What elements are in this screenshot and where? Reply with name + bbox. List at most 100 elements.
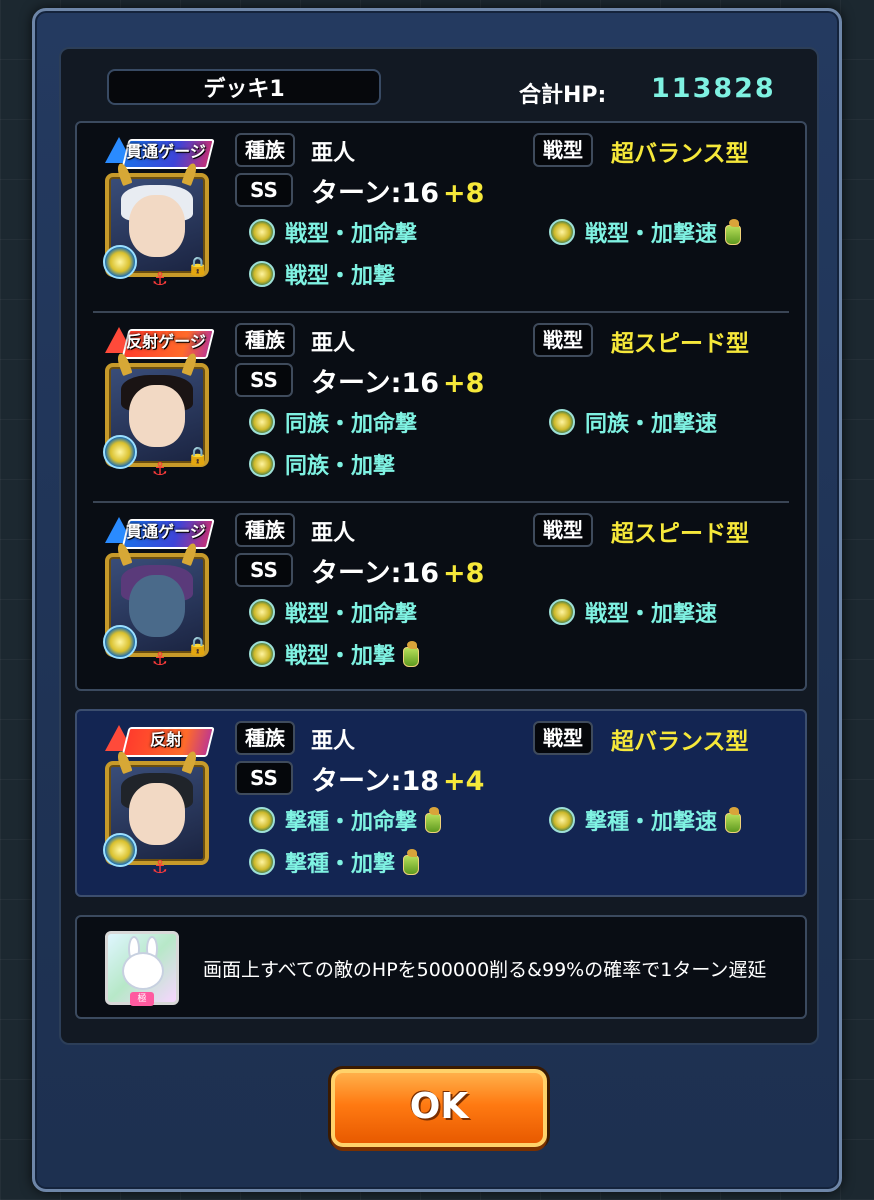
potion-icon <box>725 807 742 833</box>
gauge-label: 貫通ゲージ <box>126 522 206 541</box>
monster-slot-1[interactable]: 貫通ゲージ 🔒 ⚓ 種族 亜人 戦型 超バランス型 SS ターン:16 +8 戦型… <box>77 123 805 313</box>
ss-turn-value: ターン:16 <box>311 558 440 589</box>
monster-portrait[interactable]: 🔒 ⚓ <box>103 351 209 479</box>
ability-label: 戦型・加撃速 <box>585 222 718 247</box>
total-hp-label: 合計HP: <box>519 83 607 108</box>
ability-slot-2: 戦型・加撃速 <box>549 217 742 247</box>
portrait-face <box>129 385 185 447</box>
type-tag: 戦型 <box>533 513 593 547</box>
race-value: 亜人 <box>311 521 356 546</box>
ability-slot-2: 撃種・加撃速 <box>549 805 742 835</box>
ability-slot-2: 戦型・加撃速 <box>549 597 717 627</box>
ability-orb-icon <box>249 807 275 833</box>
ability-slot-1: 戦型・加命撃 <box>249 597 417 627</box>
ability-label: 撃種・加命撃 <box>285 810 418 835</box>
monster-portrait[interactable]: 🔒 ⚓ <box>103 541 209 669</box>
type-value: 超スピード型 <box>611 331 749 357</box>
ss-tag: SS <box>235 173 293 207</box>
potion-icon <box>403 849 420 875</box>
ss-turn-bonus: +8 <box>443 368 485 399</box>
type-tag: 戦型 <box>533 133 593 167</box>
ability-slot-1: 戦型・加命撃 <box>249 217 417 247</box>
anchor-icon: ⚓ <box>151 459 169 480</box>
total-hp-value: 113828 <box>651 73 776 104</box>
rarity-badge: 極 <box>130 992 154 1006</box>
ss-turn-value: ターン:16 <box>311 178 440 209</box>
ability-orb-icon <box>549 219 575 245</box>
monster-slot-3[interactable]: 貫通ゲージ 🔒 ⚓ 種族 亜人 戦型 超スピード型 SS ターン:16 +8 戦型… <box>77 503 805 693</box>
lock-icon: 🔒 <box>186 446 209 467</box>
ability-orb-icon <box>249 849 275 875</box>
luck-orb-icon <box>103 245 137 279</box>
ss-turn-value: ターン:18 <box>311 766 440 797</box>
ability-orb-icon <box>549 807 575 833</box>
anchor-icon: ⚓ <box>151 857 169 878</box>
anchor-icon: ⚓ <box>151 649 169 670</box>
ability-label: 撃種・加撃 <box>285 852 396 877</box>
potion-icon <box>403 641 420 667</box>
lock-icon: 🔒 <box>186 636 209 657</box>
monster-slot-2[interactable]: 反射ゲージ 🔒 ⚓ 種族 亜人 戦型 超スピード型 SS ターン:16 +8 同族… <box>77 313 805 503</box>
monster-group: 貫通ゲージ 🔒 ⚓ 種族 亜人 戦型 超バランス型 SS ターン:16 +8 戦型… <box>75 121 807 691</box>
ss-turn: ターン:16 +8 <box>311 551 484 590</box>
gauge-label: 貫通ゲージ <box>126 142 206 161</box>
race-value: 亜人 <box>311 331 356 356</box>
ability-slot-3: 同族・加撃 <box>249 449 395 479</box>
luck-orb-icon <box>103 435 137 469</box>
lock-icon: 🔒 <box>186 256 209 277</box>
potion-icon <box>725 219 742 245</box>
ability-orb-icon <box>249 451 275 477</box>
gauge-label: 反射ゲージ <box>126 332 206 351</box>
ss-tag: SS <box>235 363 293 397</box>
type-tag: 戦型 <box>533 323 593 357</box>
monster-portrait[interactable]: 🔒 ⚓ <box>103 161 209 289</box>
anchor-icon: ⚓ <box>151 269 169 290</box>
ability-label: 撃種・加撃速 <box>585 810 718 835</box>
portrait-face <box>129 575 185 637</box>
ability-orb-icon <box>249 409 275 435</box>
ss-turn: ターン:18 +4 <box>311 759 484 798</box>
ability-orb-icon <box>249 261 275 287</box>
ability-label: 同族・加命撃 <box>285 412 418 437</box>
ability-label: 同族・加撃 <box>285 454 396 479</box>
luck-orb-icon <box>103 833 137 867</box>
race-tag: 種族 <box>235 133 295 167</box>
gauge-label: 反射 <box>149 730 182 749</box>
ok-button[interactable]: OK <box>331 1069 547 1147</box>
ability-slot-2: 同族・加撃速 <box>549 407 717 437</box>
item-icon[interactable]: 極 <box>105 931 179 1006</box>
ability-slot-1: 同族・加命撃 <box>249 407 417 437</box>
portrait-face <box>129 195 185 257</box>
ability-orb-icon <box>249 641 275 667</box>
race-value: 亜人 <box>311 141 356 166</box>
ss-tag: SS <box>235 553 293 587</box>
ability-label: 戦型・加撃速 <box>585 602 718 627</box>
ability-label: 同族・加撃速 <box>585 412 718 437</box>
type-value: 超スピード型 <box>611 521 749 547</box>
ability-label: 戦型・加命撃 <box>285 222 418 247</box>
portrait-face <box>129 783 185 845</box>
ability-slot-3: 撃種・加撃 <box>249 847 420 877</box>
ability-orb-icon <box>249 599 275 625</box>
item-panel: 極 画面上すべての敵のHPを500000削る&99%の確率で1ターン遅延 <box>75 915 807 1019</box>
race-tag: 種族 <box>235 323 295 357</box>
potion-icon <box>425 807 442 833</box>
ability-label: 戦型・加撃 <box>285 264 396 289</box>
monster-portrait[interactable]: ⚓ <box>103 749 209 877</box>
ability-orb-icon <box>549 409 575 435</box>
ss-turn: ターン:16 +8 <box>311 171 484 210</box>
bunny-icon <box>124 954 162 988</box>
type-value: 超バランス型 <box>611 729 749 755</box>
item-description: 画面上すべての敵のHPを500000削る&99%の確率で1ターン遅延 <box>203 959 767 981</box>
race-tag: 種族 <box>235 513 295 547</box>
ability-slot-3: 戦型・加撃 <box>249 639 420 669</box>
deck-panel: デッキ1 合計HP: 113828 貫通ゲージ 🔒 ⚓ 種族 亜人 戦型 超バラ… <box>59 47 819 1045</box>
ability-label: 戦型・加撃 <box>285 644 396 669</box>
ability-slot-1: 撃種・加命撃 <box>249 805 442 835</box>
ability-orb-icon <box>249 219 275 245</box>
monster-slot-4[interactable]: 反射 ⚓ 種族 亜人 戦型 超バランス型 SS ターン:18 +4 撃種・加命撃 … <box>75 709 807 897</box>
ss-turn-bonus: +8 <box>443 558 485 589</box>
luck-orb-icon <box>103 625 137 659</box>
race-value: 亜人 <box>311 729 356 754</box>
ss-turn-bonus: +8 <box>443 178 485 209</box>
